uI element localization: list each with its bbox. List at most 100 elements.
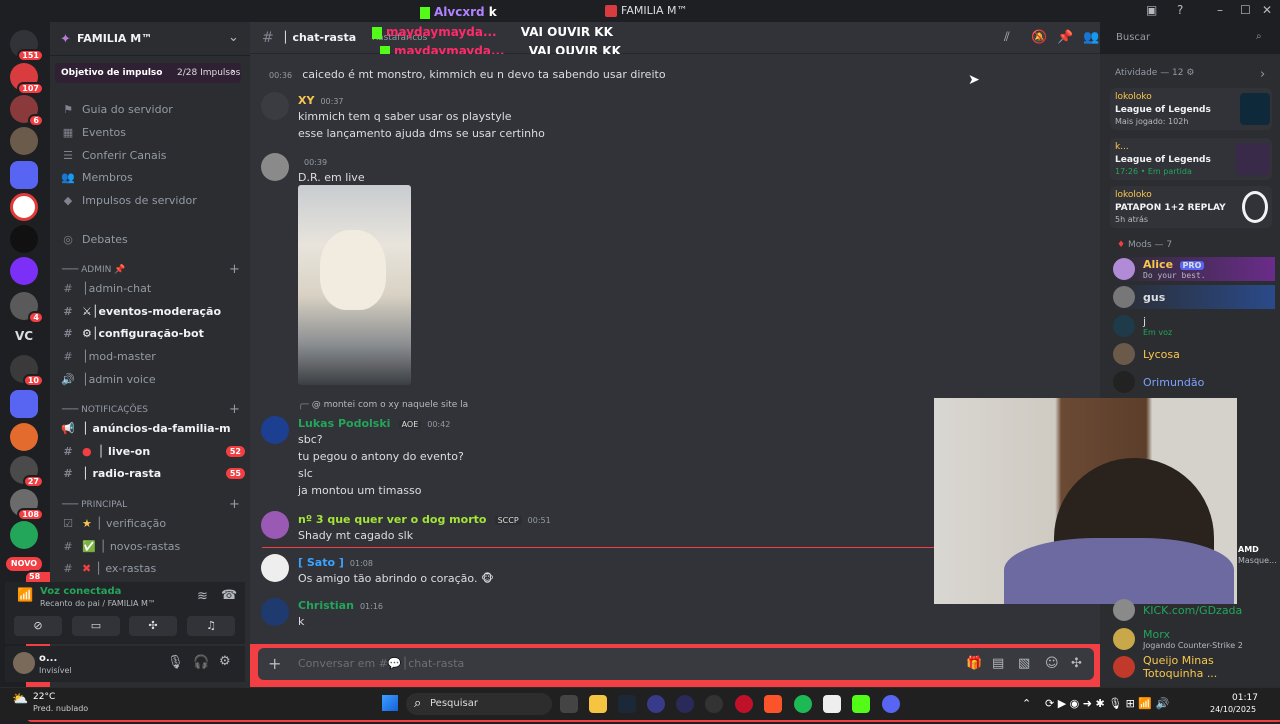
member-item[interactable]: Morx Jogando Counter-Strike 2 xyxy=(1113,627,1275,651)
server-icon[interactable]: 10 xyxy=(10,355,44,387)
inbox-icon[interactable]: ▣ xyxy=(1146,3,1157,17)
folder-icon[interactable] xyxy=(10,390,38,418)
guild-tag[interactable]: SCCP xyxy=(494,516,522,525)
microphone-icon[interactable]: 🎙 xyxy=(167,655,184,670)
member-item[interactable]: j Em voz xyxy=(1113,314,1275,338)
add-channel-icon[interactable]: + xyxy=(229,262,240,277)
chevron-right-icon[interactable]: › xyxy=(1260,67,1265,82)
maximize-button[interactable]: ☐ xyxy=(1240,3,1251,17)
add-channel-icon[interactable]: + xyxy=(229,497,240,512)
sidebar-item-browse-channels[interactable]: ☰ Conferir Canais xyxy=(60,144,245,166)
screen-share-button[interactable]: ▭ xyxy=(72,616,120,636)
minimize-button[interactable]: – xyxy=(1217,3,1223,17)
category-principal[interactable]: ─── PRINCIPAL xyxy=(62,500,127,510)
file-explorer-icon[interactable] xyxy=(589,695,607,713)
sidebar-item-events[interactable]: ▦ Eventos xyxy=(60,121,245,143)
weather-icon[interactable]: ⛅ xyxy=(12,692,28,707)
camera-off-button[interactable]: ⊘ xyxy=(14,616,62,636)
sidebar-item-server-guide[interactable]: ⚑ Guia do servidor xyxy=(60,98,245,120)
sidebar-item-server-boosts[interactable]: ◆ Impulsos de servidor xyxy=(60,189,245,211)
avatar[interactable] xyxy=(13,652,35,674)
sidebar-item-members[interactable]: 👥 Membros xyxy=(60,166,245,188)
server-icon[interactable] xyxy=(10,193,38,221)
app-icon[interactable] xyxy=(676,695,694,713)
pin-icon[interactable]: 📌 xyxy=(1057,30,1073,45)
noise-suppression-icon[interactable]: ≋ xyxy=(197,589,208,604)
add-attachment-icon[interactable]: + xyxy=(268,654,281,673)
search-input[interactable]: Buscar ⌕ xyxy=(1110,28,1272,48)
soundboard-button[interactable]: ♫ xyxy=(187,616,235,636)
message-author[interactable]: [ Sato ] xyxy=(298,556,344,569)
close-button[interactable]: ✕ xyxy=(1262,3,1272,17)
channel-admin-chat[interactable]: # │admin-chat xyxy=(60,277,245,299)
gear-icon[interactable]: ⚙ xyxy=(1186,68,1194,78)
server-icon[interactable]: 107 xyxy=(10,63,44,95)
task-view-icon[interactable] xyxy=(560,695,578,713)
tray-chevron-icon[interactable]: ⌃ xyxy=(1022,697,1031,710)
channel-anuncios[interactable]: 📢 │ anúncios-da-familia-m xyxy=(60,417,245,439)
headphones-icon[interactable]: 🎧 xyxy=(193,655,209,670)
server-icon[interactable] xyxy=(10,423,38,451)
server-icon[interactable] xyxy=(10,225,38,253)
folder-icon[interactable] xyxy=(10,161,38,189)
avatar[interactable] xyxy=(261,554,289,582)
steam-icon[interactable] xyxy=(618,695,636,713)
boost-goal-bar[interactable]: Objetivo de impulso 2/28 Impulsos › xyxy=(55,63,241,83)
activities-button[interactable]: ✣ xyxy=(129,616,177,636)
server-icon[interactable] xyxy=(10,257,38,285)
settings-gear-icon[interactable]: ⚙ xyxy=(219,654,231,669)
windows-start-icon[interactable] xyxy=(382,695,398,711)
member-item[interactable]: Alice PRO Do your best. xyxy=(1113,257,1275,281)
member-item[interactable]: Queijo Minas Totoquinha ... xyxy=(1113,654,1275,680)
reply-preview[interactable]: ╭─ @ montei com o xy naquele site la xyxy=(298,400,468,410)
category-admin[interactable]: ─── Admin 📌 xyxy=(62,265,125,275)
taskbar-search[interactable]: ⌕ Pesquisar xyxy=(406,693,552,715)
channel-configuracao-bot[interactable]: # ⚙│configuração-bot xyxy=(60,322,245,344)
category-notificacoes[interactable]: ─── NOTIFICAÇÕES xyxy=(62,405,148,415)
help-icon[interactable]: ? xyxy=(1177,3,1183,17)
channel-mod-master[interactable]: # │mod-master xyxy=(60,345,245,367)
activity-card[interactable]: lokoloko League of Legends Mais jogado: … xyxy=(1110,88,1272,130)
voice-location[interactable]: Recanto do pai / FAMILIA M™ xyxy=(40,599,156,608)
avatar[interactable] xyxy=(261,153,289,181)
member-list-icon[interactable]: 👥 xyxy=(1083,30,1099,45)
gift-icon[interactable]: 🎁 xyxy=(966,656,982,671)
message-author[interactable]: Christian xyxy=(298,599,354,612)
kick-app-icon[interactable] xyxy=(852,695,870,713)
direct-messages-icon[interactable]: 151 xyxy=(10,30,44,62)
add-channel-icon[interactable]: + xyxy=(229,402,240,417)
server-icon[interactable]: 27 xyxy=(10,456,44,488)
discord-icon[interactable] xyxy=(882,695,900,713)
avatar[interactable] xyxy=(261,598,289,626)
clock-time[interactable]: 01:17 xyxy=(1232,693,1258,703)
server-icon[interactable]: VC xyxy=(10,322,38,350)
member-item[interactable]: KICK.com/GDzada xyxy=(1113,598,1275,622)
disconnect-icon[interactable]: ☎ xyxy=(221,588,237,603)
emoji-icon[interactable]: ☺ xyxy=(1045,656,1059,671)
brave-icon[interactable] xyxy=(764,695,782,713)
avatar[interactable] xyxy=(261,511,289,539)
spotify-icon[interactable] xyxy=(794,695,812,713)
channel-admin-voice[interactable]: 🔊 │admin voice xyxy=(60,368,245,390)
message-author[interactable]: Lukas Podolski xyxy=(298,417,390,430)
app-icon[interactable] xyxy=(647,695,665,713)
message-input[interactable]: + Conversar em #💬│chat-rasta 🎁 ▤ ▧ ☺ ✣ xyxy=(258,648,1094,680)
channel-ex-rastas[interactable]: # ✖ │ ex-rastas xyxy=(60,557,245,579)
apps-icon[interactable]: ✣ xyxy=(1071,656,1082,671)
server-icon[interactable] xyxy=(10,521,38,549)
message-author[interactable]: XY xyxy=(298,94,314,107)
threads-icon[interactable]: ⫽ xyxy=(1004,30,1010,45)
clock-date[interactable]: 24/10/2025 xyxy=(1210,705,1256,714)
member-item[interactable]: Orimundão xyxy=(1113,370,1275,394)
avatar[interactable] xyxy=(261,92,289,120)
sticker-icon[interactable]: ▧ xyxy=(1018,656,1030,671)
channel-eventos-moderacao[interactable]: # ⚔│eventos-moderação xyxy=(60,300,245,322)
channel-live-on[interactable]: # ● │ live-on 52 xyxy=(60,440,245,462)
notepad-icon[interactable] xyxy=(823,695,841,713)
channel-novos-rastas[interactable]: # ✅ │ novos-rastas xyxy=(60,535,245,557)
channel-radio-rasta[interactable]: # │ radio-rasta 55 xyxy=(60,462,245,484)
notification-bell-icon[interactable]: 🔕 xyxy=(1031,30,1047,45)
server-icon[interactable]: 4 xyxy=(10,292,44,324)
activity-card[interactable]: k... League of Legends 17:26 • Em partid… xyxy=(1110,138,1272,180)
member-item[interactable]: Lycosa xyxy=(1113,342,1275,366)
